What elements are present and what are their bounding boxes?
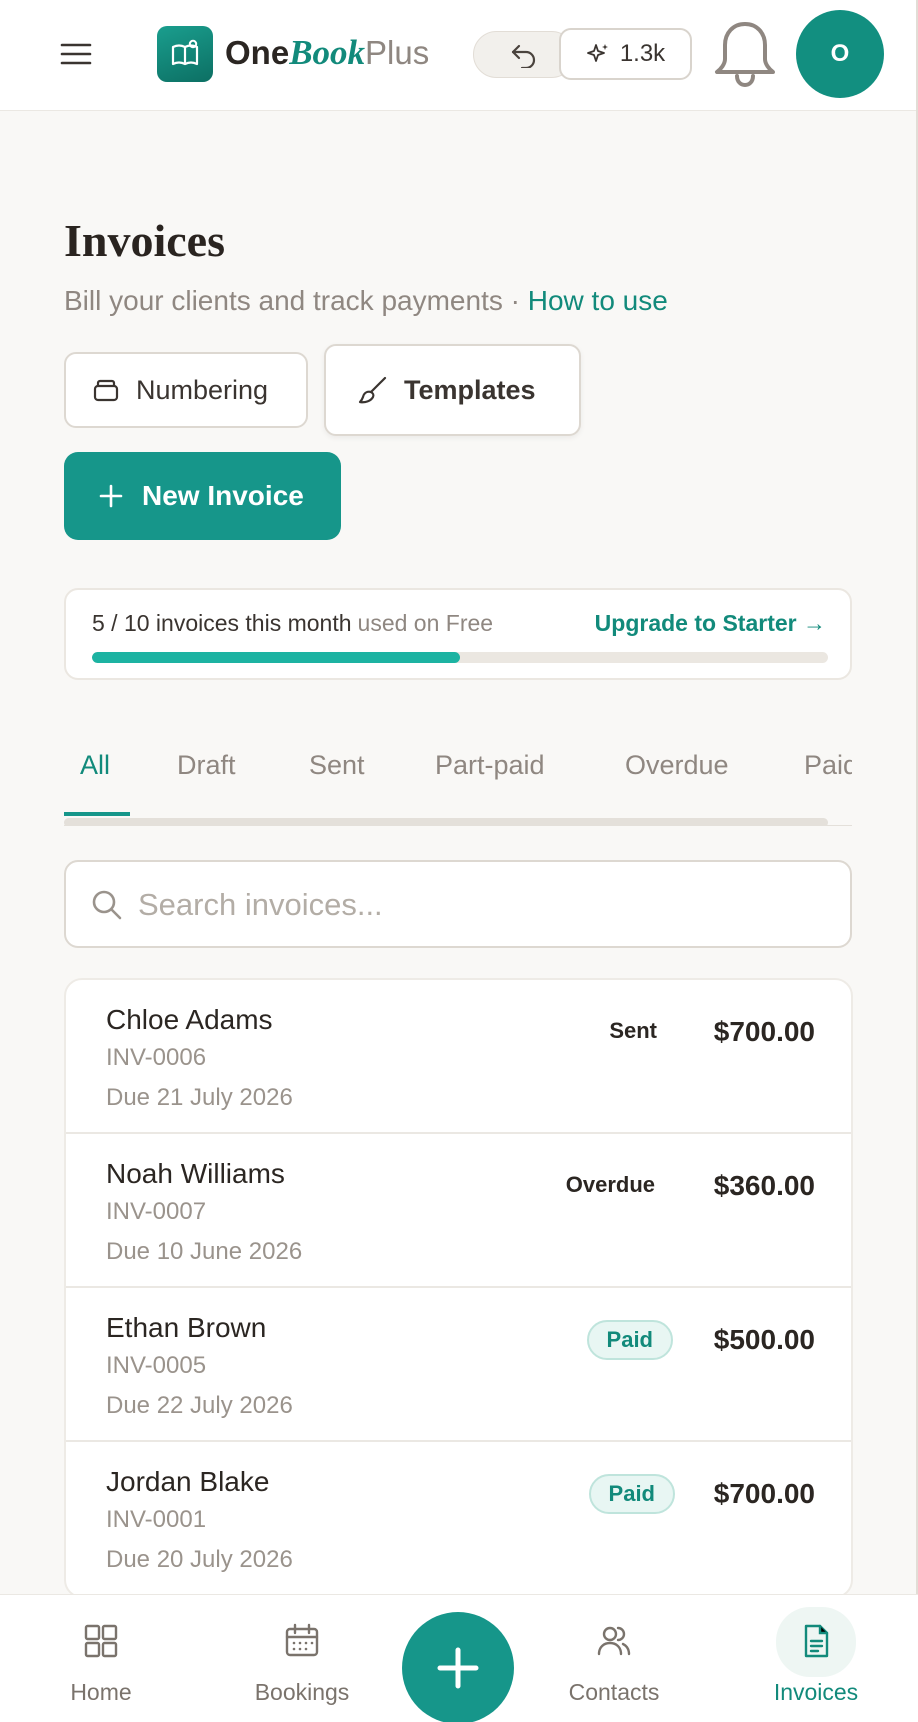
logo-one: One bbox=[225, 34, 290, 71]
tab-paid[interactable]: Paid bbox=[804, 750, 852, 781]
user-avatar[interactable]: O bbox=[796, 10, 884, 98]
tab-sent[interactable]: Sent bbox=[309, 750, 365, 781]
due-date: Due 21 July 2026 bbox=[106, 1084, 293, 1111]
tabs-scrollbar[interactable] bbox=[64, 818, 828, 825]
new-invoice-label: New Invoice bbox=[142, 480, 304, 511]
client-name: Chloe Adams bbox=[106, 1004, 273, 1035]
logo-mark[interactable] bbox=[157, 26, 213, 82]
tab-all[interactable]: All bbox=[80, 750, 110, 781]
status-badge: Overdue bbox=[565, 1172, 655, 1197]
invoice-row[interactable]: Jordan Blake INV-0001 Due 20 July 2026 P… bbox=[66, 1442, 851, 1596]
status-badge: Paid bbox=[586, 1320, 673, 1360]
invoice-row[interactable]: Ethan Brown INV-0005 Due 22 July 2026 Pa… bbox=[66, 1288, 851, 1442]
nav-bookings[interactable]: Bookings bbox=[232, 1595, 372, 1722]
home-grid-icon bbox=[84, 1624, 118, 1658]
logo-book: Book bbox=[289, 33, 366, 72]
page-subtitle: Bill your clients and track payments · H… bbox=[64, 283, 668, 319]
templates-button[interactable]: Templates bbox=[324, 344, 581, 436]
nav-contacts[interactable]: Contacts bbox=[544, 1595, 684, 1722]
bell-icon bbox=[715, 22, 775, 88]
subtitle-text: Bill your clients and track payments · bbox=[64, 285, 528, 316]
client-name: Jordan Blake bbox=[106, 1466, 270, 1497]
quick-add-button[interactable] bbox=[402, 1612, 514, 1722]
client-name: Ethan Brown bbox=[106, 1312, 267, 1343]
status-tabs: All Draft Sent Part-paid Overdue Paid bbox=[64, 742, 852, 826]
usage-count: 5 / 10 invoices this month bbox=[92, 610, 352, 636]
numbering-icon bbox=[93, 379, 119, 402]
search-input[interactable] bbox=[138, 880, 828, 930]
usage-plan: used on Free bbox=[357, 610, 494, 636]
upgrade-link[interactable]: Upgrade to Starter → bbox=[595, 610, 826, 637]
document-icon bbox=[804, 1624, 829, 1658]
how-to-use-link[interactable]: How to use bbox=[528, 285, 668, 316]
tab-draft[interactable]: Draft bbox=[177, 750, 236, 781]
app-header: OneBookPlus 1.3k O bbox=[0, 0, 918, 111]
plus-icon bbox=[437, 1647, 479, 1689]
usage-progress-fill bbox=[92, 652, 460, 663]
status-badge: Sent bbox=[609, 1018, 657, 1043]
usage-card: 5 / 10 invoices this month used on Free U… bbox=[64, 588, 852, 680]
active-tab-indicator bbox=[64, 812, 130, 816]
nav-bookings-label: Bookings bbox=[254, 1679, 350, 1705]
status-badge: Paid bbox=[588, 1474, 675, 1514]
invoice-row[interactable]: Chloe Adams INV-0006 Due 21 July 2026 Se… bbox=[66, 980, 851, 1134]
invoice-number: INV-0006 bbox=[106, 1044, 207, 1071]
invoice-amount: $700.00 bbox=[713, 1478, 815, 1509]
menu-icon bbox=[60, 43, 92, 65]
nav-invoices[interactable]: Invoices bbox=[746, 1595, 886, 1722]
invoice-amount: $360.00 bbox=[713, 1170, 815, 1201]
tab-overdue[interactable]: Overdue bbox=[625, 750, 729, 781]
invoice-number: INV-0005 bbox=[106, 1352, 207, 1379]
nav-home[interactable]: Home bbox=[31, 1595, 171, 1722]
people-icon bbox=[597, 1626, 631, 1656]
due-date: Due 22 July 2026 bbox=[106, 1392, 293, 1419]
invoice-number: INV-0001 bbox=[106, 1506, 207, 1533]
notifications-button[interactable] bbox=[708, 14, 782, 94]
nav-contacts-label: Contacts bbox=[568, 1679, 660, 1705]
ai-credits-button[interactable]: 1.3k bbox=[559, 28, 692, 80]
invoice-list: Chloe Adams INV-0006 Due 21 July 2026 Se… bbox=[64, 978, 853, 1598]
invoice-amount: $500.00 bbox=[713, 1324, 815, 1355]
search-icon bbox=[92, 890, 122, 920]
brush-icon bbox=[358, 376, 387, 404]
book-icon bbox=[171, 39, 199, 66]
templates-label: Templates bbox=[404, 374, 536, 405]
ai-credits-count: 1.3k bbox=[619, 40, 666, 67]
nav-invoices-label: Invoices bbox=[773, 1679, 859, 1705]
invoice-amount: $700.00 bbox=[713, 1016, 815, 1047]
undo-icon bbox=[511, 44, 536, 68]
new-invoice-button[interactable]: New Invoice bbox=[64, 452, 341, 540]
search-box bbox=[64, 860, 852, 948]
page-title: Invoices bbox=[64, 215, 225, 266]
due-date: Due 10 June 2026 bbox=[106, 1238, 303, 1265]
numbering-label: Numbering bbox=[136, 374, 269, 405]
numbering-button[interactable]: Numbering bbox=[64, 352, 308, 428]
sparkle-icon bbox=[586, 44, 608, 62]
invoice-row[interactable]: Noah Williams INV-0007 Due 10 June 2026 … bbox=[66, 1134, 851, 1288]
menu-button[interactable] bbox=[52, 30, 100, 78]
usage-summary: 5 / 10 invoices this month used on Free bbox=[92, 610, 493, 637]
app-logo-text[interactable]: OneBookPlus bbox=[225, 31, 429, 75]
usage-progress-bar bbox=[92, 652, 828, 663]
tab-part-paid[interactable]: Part-paid bbox=[435, 750, 545, 781]
client-name: Noah Williams bbox=[106, 1158, 285, 1189]
calendar-icon bbox=[285, 1623, 319, 1657]
invoice-number: INV-0007 bbox=[106, 1198, 207, 1225]
nav-home-label: Home bbox=[70, 1679, 132, 1705]
plus-icon bbox=[99, 484, 123, 508]
logo-plus: Plus bbox=[365, 34, 430, 71]
due-date: Due 20 July 2026 bbox=[106, 1546, 293, 1573]
